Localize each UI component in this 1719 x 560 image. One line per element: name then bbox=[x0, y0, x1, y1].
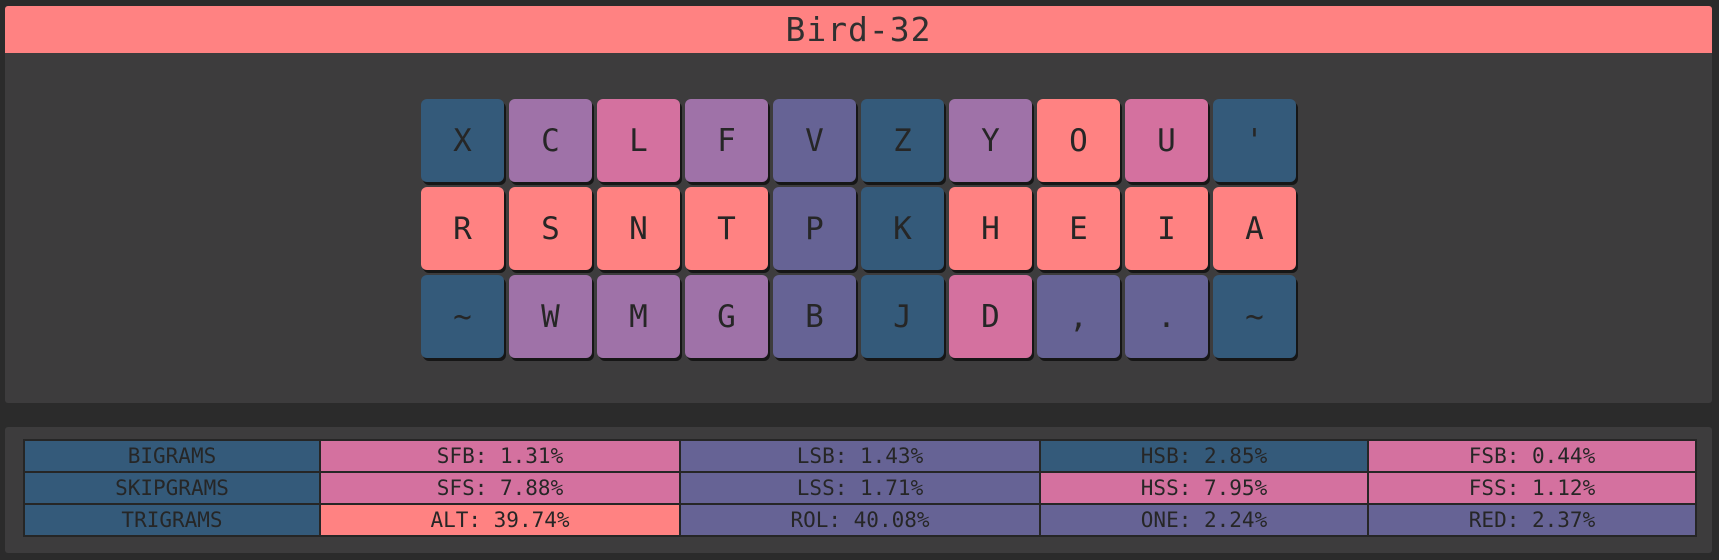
layout-panel: Bird-32 X C L F V Z Y O U ' R S N T P K … bbox=[5, 6, 1712, 403]
key[interactable]: D bbox=[949, 275, 1032, 358]
key[interactable]: A bbox=[1213, 187, 1296, 270]
key[interactable]: M bbox=[597, 275, 680, 358]
key[interactable]: J bbox=[861, 275, 944, 358]
key[interactable]: H bbox=[949, 187, 1032, 270]
stat-cell: LSS: 1.71% bbox=[679, 471, 1041, 505]
stat-cell: LSB: 1.43% bbox=[679, 439, 1041, 473]
stat-cell: SFS: 7.88% bbox=[319, 471, 681, 505]
key[interactable]: O bbox=[1037, 99, 1120, 182]
key[interactable]: W bbox=[509, 275, 592, 358]
row-label: TRIGRAMS bbox=[23, 503, 321, 537]
key[interactable]: I bbox=[1125, 187, 1208, 270]
key[interactable]: Y bbox=[949, 99, 1032, 182]
key[interactable]: ' bbox=[1213, 99, 1296, 182]
key[interactable]: V bbox=[773, 99, 856, 182]
key[interactable]: B bbox=[773, 275, 856, 358]
key[interactable]: T bbox=[685, 187, 768, 270]
stats-row-bigrams: BIGRAMS SFB: 1.31% LSB: 1.43% HSB: 2.85%… bbox=[23, 439, 1697, 473]
key[interactable]: R bbox=[421, 187, 504, 270]
key[interactable]: E bbox=[1037, 187, 1120, 270]
key[interactable]: N bbox=[597, 187, 680, 270]
stats-row-skipgrams: SKIPGRAMS SFS: 7.88% LSS: 1.71% HSS: 7.9… bbox=[23, 471, 1697, 505]
stat-cell: HSS: 7.95% bbox=[1039, 471, 1369, 505]
stats-panel: BIGRAMS SFB: 1.31% LSB: 1.43% HSB: 2.85%… bbox=[5, 427, 1712, 553]
key[interactable]: X bbox=[421, 99, 504, 182]
keyboard: X C L F V Z Y O U ' R S N T P K H E I A … bbox=[421, 99, 1296, 358]
stat-cell: FSB: 0.44% bbox=[1367, 439, 1697, 473]
stats-row-trigrams: TRIGRAMS ALT: 39.74% ROL: 40.08% ONE: 2.… bbox=[23, 503, 1697, 537]
key[interactable]: . bbox=[1125, 275, 1208, 358]
stat-cell: ROL: 40.08% bbox=[679, 503, 1041, 537]
stats-table: BIGRAMS SFB: 1.31% LSB: 1.43% HSB: 2.85%… bbox=[23, 439, 1697, 537]
layout-title: Bird-32 bbox=[785, 10, 932, 49]
key[interactable]: G bbox=[685, 275, 768, 358]
key[interactable]: F bbox=[685, 99, 768, 182]
stat-cell: ONE: 2.24% bbox=[1039, 503, 1369, 537]
stat-cell: SFB: 1.31% bbox=[319, 439, 681, 473]
key[interactable]: K bbox=[861, 187, 944, 270]
stat-cell: RED: 2.37% bbox=[1367, 503, 1697, 537]
stat-cell: ALT: 39.74% bbox=[319, 503, 681, 537]
key[interactable]: , bbox=[1037, 275, 1120, 358]
layout-title-bar: Bird-32 bbox=[5, 6, 1712, 53]
key[interactable]: C bbox=[509, 99, 592, 182]
stat-cell: HSB: 2.85% bbox=[1039, 439, 1369, 473]
key[interactable]: U bbox=[1125, 99, 1208, 182]
key[interactable]: ~ bbox=[1213, 275, 1296, 358]
row-label: SKIPGRAMS bbox=[23, 471, 321, 505]
key[interactable]: S bbox=[509, 187, 592, 270]
key[interactable]: Z bbox=[861, 99, 944, 182]
key[interactable]: P bbox=[773, 187, 856, 270]
row-label: BIGRAMS bbox=[23, 439, 321, 473]
key[interactable]: ~ bbox=[421, 275, 504, 358]
key[interactable]: L bbox=[597, 99, 680, 182]
stat-cell: FSS: 1.12% bbox=[1367, 471, 1697, 505]
